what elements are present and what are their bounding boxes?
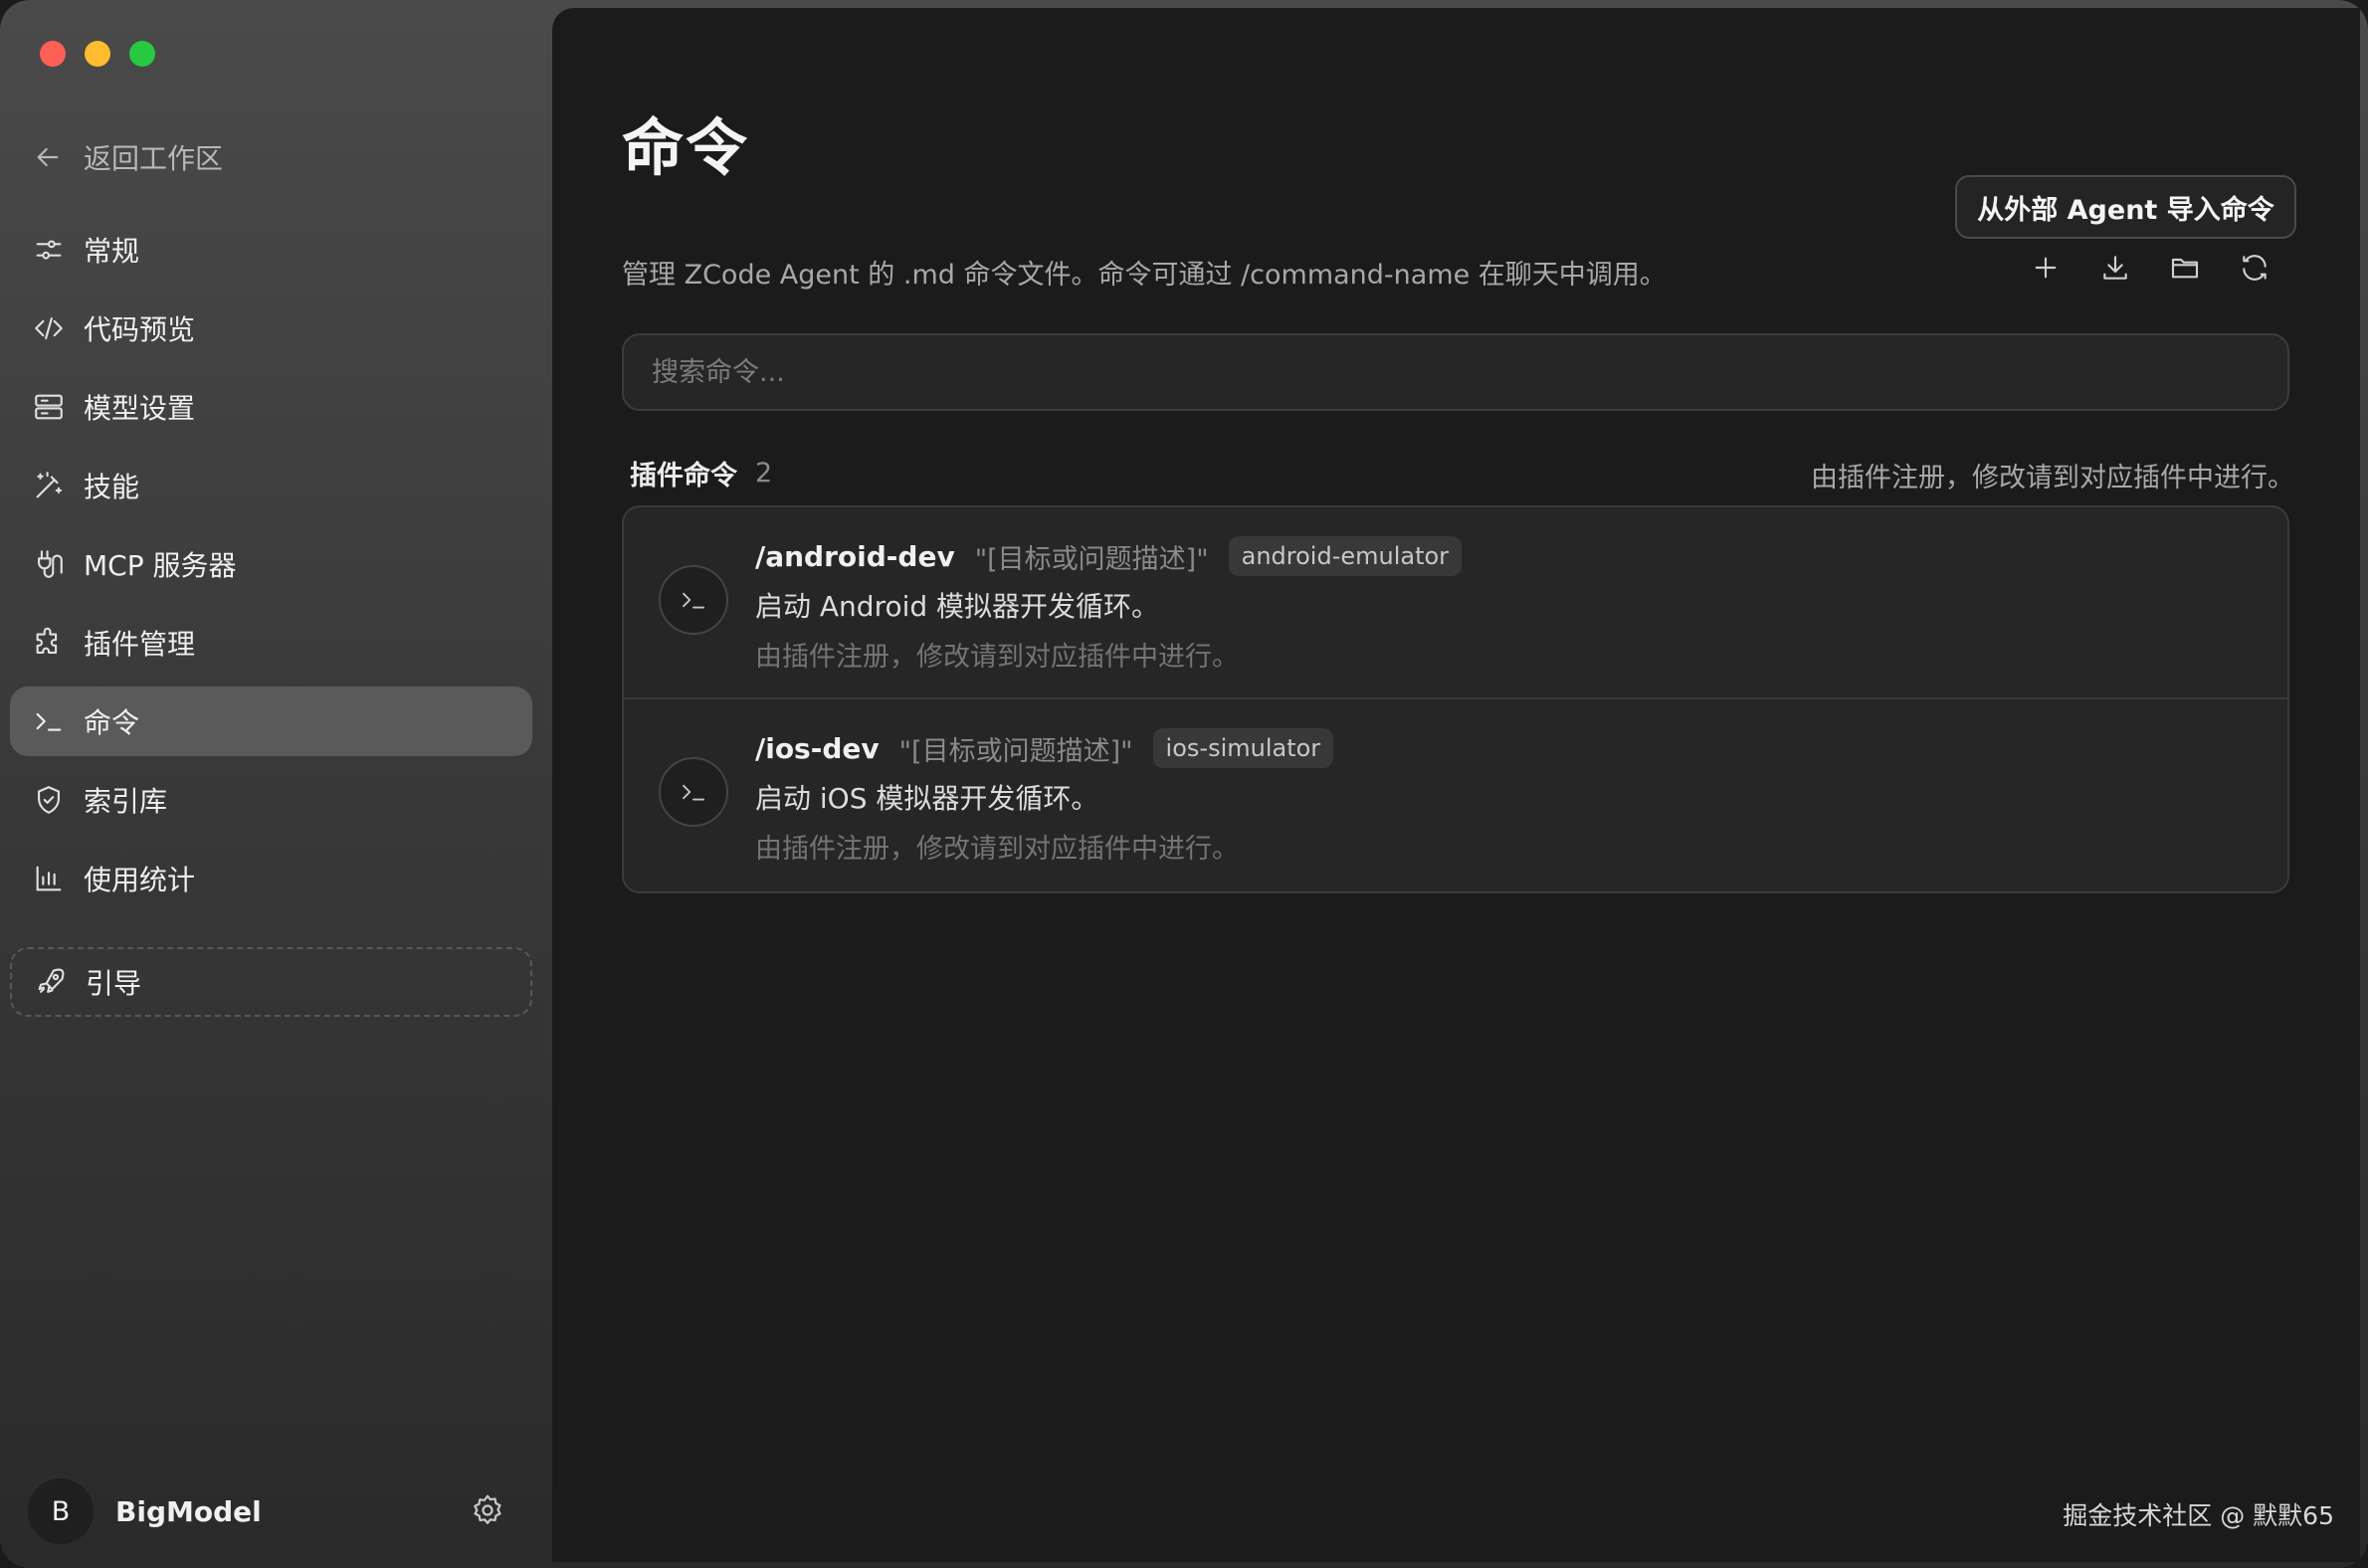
plugin-commands-header: 插件命令 2 <box>630 454 772 492</box>
command-args: "[目标或问题描述]" <box>974 543 1209 575</box>
sidebar-item-label: 插件管理 <box>84 628 196 661</box>
sidebar-item-label: 索引库 <box>84 785 168 818</box>
refresh-button[interactable] <box>2236 249 2273 287</box>
command-body: /android-dev "[目标或问题描述]" android-emulato… <box>755 533 1463 674</box>
list-item[interactable]: /android-dev "[目标或问题描述]" android-emulato… <box>624 507 2287 699</box>
folder-icon <box>2171 258 2199 279</box>
add-command-button[interactable] <box>2027 249 2065 287</box>
terminal-badge <box>659 757 728 827</box>
sidebar-item-label: 常规 <box>84 235 140 268</box>
settings-nav: 常规 代码预览 模型设置 技能 MCP 服务器 插件管理 命令 索引库 使用统计 <box>10 215 532 922</box>
back-to-workspace-link[interactable]: 返回工作区 <box>32 133 223 181</box>
plus-icon <box>2035 257 2057 279</box>
back-label: 返回工作区 <box>84 142 224 175</box>
page-description: 管理 ZCode Agent 的 .md 命令文件。命令可通过 /command… <box>622 260 1667 291</box>
sidebar-item-label: 代码预览 <box>84 313 196 346</box>
plugin-tag: android-emulator <box>1228 536 1463 576</box>
command-args: "[目标或问题描述]" <box>898 735 1133 767</box>
download-icon <box>2103 256 2127 280</box>
sidebar-item-code-preview[interactable]: 代码预览 <box>10 294 532 363</box>
command-description: 启动 Android 模拟器开发循环。 <box>755 590 1160 623</box>
section-count: 2 <box>755 458 773 489</box>
command-note: 由插件注册，修改请到对应插件中进行。 <box>755 642 1239 673</box>
sidebar-item-label: 使用统计 <box>84 864 196 896</box>
sliders-icon <box>36 240 62 260</box>
terminal-icon <box>683 592 704 609</box>
gear-icon[interactable] <box>470 1492 505 1528</box>
refresh-icon <box>2243 255 2267 281</box>
command-name: /ios-dev <box>755 731 880 765</box>
guide-button[interactable]: 引导 <box>10 947 532 1017</box>
list-item[interactable]: /ios-dev "[目标或问题描述]" ios-simulator 启动 iO… <box>624 699 2287 891</box>
bar-chart-icon <box>36 866 62 891</box>
zoom-window-button[interactable] <box>129 41 155 67</box>
minimize-window-button[interactable] <box>85 41 110 67</box>
username: BigModel <box>115 1494 262 1528</box>
command-list: /android-dev "[目标或问题描述]" android-emulato… <box>622 505 2289 893</box>
sidebar-item-general[interactable]: 常规 <box>10 215 532 285</box>
section-title: 插件命令 <box>630 461 737 491</box>
sidebar-item-usage-stats[interactable]: 使用统计 <box>10 844 532 913</box>
user-profile[interactable]: B BigModel <box>28 1478 505 1544</box>
arrow-left-icon <box>37 147 59 167</box>
sidebar-item-label: 模型设置 <box>84 392 196 425</box>
sidebar-item-plugins[interactable]: 插件管理 <box>10 608 532 678</box>
import-from-agent-button[interactable]: 从外部 Agent 导入命令 <box>1955 175 2296 239</box>
plug-icon <box>38 550 63 578</box>
code-icon <box>35 317 63 339</box>
magic-wand-icon <box>36 472 63 498</box>
avatar: B <box>28 1478 94 1544</box>
sidebar-item-label: 技能 <box>84 471 140 503</box>
close-window-button[interactable] <box>40 41 66 67</box>
watermark: 掘金技术社区 @ 默默65 <box>2063 1501 2334 1530</box>
command-header: /ios-dev "[目标或问题描述]" ios-simulator <box>755 725 1334 771</box>
command-header: /android-dev "[目标或问题描述]" android-emulato… <box>755 533 1463 579</box>
section-note: 由插件注册，修改请到对应插件中进行。 <box>1811 463 2294 493</box>
terminal-badge <box>659 565 728 635</box>
command-description: 启动 iOS 模拟器开发循环。 <box>755 782 1099 815</box>
server-icon <box>35 394 63 420</box>
command-toolbar <box>2027 249 2273 287</box>
plugin-tag: ios-simulator <box>1152 728 1334 768</box>
terminal-icon <box>683 784 704 801</box>
page-title: 命令 <box>622 111 750 184</box>
window-controls <box>40 41 155 67</box>
terminal-icon <box>36 712 62 731</box>
sidebar-item-index[interactable]: 索引库 <box>10 765 532 835</box>
command-body: /ios-dev "[目标或问题描述]" ios-simulator 启动 iO… <box>755 725 1334 866</box>
command-name: /android-dev <box>755 539 955 573</box>
sidebar-item-model-settings[interactable]: 模型设置 <box>10 372 532 442</box>
shield-icon <box>38 786 60 814</box>
sidebar-item-commands[interactable]: 命令 <box>10 686 532 756</box>
puzzle-icon <box>36 627 58 654</box>
open-folder-button[interactable] <box>2166 249 2204 287</box>
sidebar-item-label: 命令 <box>84 706 140 739</box>
rocket-icon <box>38 968 65 993</box>
guide-label: 引导 <box>86 967 142 1000</box>
main-panel: 命令 从外部 Agent 导入命令 管理 ZCode Agent 的 .md 命… <box>552 8 2360 1562</box>
download-button[interactable] <box>2096 249 2134 287</box>
command-note: 由插件注册，修改请到对应插件中进行。 <box>755 834 1239 865</box>
sidebar-item-mcp-servers[interactable]: MCP 服务器 <box>10 529 532 599</box>
sidebar-item-skills[interactable]: 技能 <box>10 451 532 520</box>
sidebar: 返回工作区 常规 代码预览 模型设置 技能 MCP 服务器 插件管理 命令 索引… <box>0 0 550 1568</box>
search-input[interactable] <box>622 333 2289 411</box>
app-window: 返回工作区 常规 代码预览 模型设置 技能 MCP 服务器 插件管理 命令 索引… <box>0 0 2368 1568</box>
sidebar-item-label: MCP 服务器 <box>84 549 237 582</box>
